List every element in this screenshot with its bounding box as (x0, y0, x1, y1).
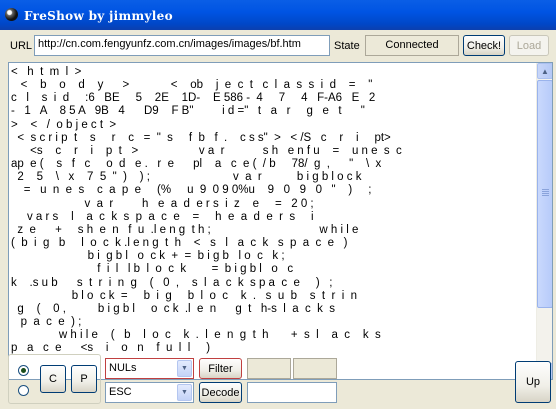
source-line: < b o d y > < ob j e c t c l a s s i d =… (11, 79, 373, 92)
scroll-thumb[interactable] (537, 80, 552, 308)
source-line: 2 5 \ x 7 5 " ) ) ; v a r b i g b l o c … (11, 171, 362, 184)
source-line: = u n e s c a p e (% u 9 0 9 0%u 9 0 9 0… (11, 184, 372, 197)
dropdown-arrow-icon[interactable]: ▼ (177, 384, 192, 401)
filter-count-box (293, 358, 337, 379)
up-button[interactable]: Up (515, 361, 551, 403)
source-line: p a c e ) ; (11, 315, 82, 328)
app-icon (5, 8, 18, 21)
source-line: v a r h e a d e r s i z e = 2 0 ; (11, 197, 314, 210)
source-line: g ( 0 , b i g b l o c k .l e n g t h-s l… (11, 302, 336, 315)
filter-button[interactable]: Filter (199, 358, 242, 379)
url-label: URL (10, 40, 33, 52)
source-line: <s c r i p t > v a r s h e n f u = u n e… (11, 144, 402, 157)
source-line: < h t m l > (11, 66, 82, 78)
dropdown-arrow-icon[interactable]: ▼ (177, 360, 192, 377)
mode-radio-1[interactable] (18, 365, 29, 376)
mode-radio-2[interactable] (18, 385, 29, 396)
source-line: ap e ( s f c o d e . r e pl a c e ( / b … (11, 158, 382, 171)
p-button[interactable]: P (71, 365, 97, 393)
filter-select[interactable]: NULs ▼ (105, 358, 194, 379)
main-window: URL http://cn.com.fengyunfz.com.cn/image… (0, 30, 556, 409)
source-line: b l o c k = b i g b l o c k . s u b s t … (11, 289, 358, 302)
decode-button[interactable]: Decode (199, 382, 242, 403)
title-bar: FreShow by jimmyleo (0, 0, 556, 30)
url-field[interactable]: http://cn.com.fengyunfz.com.cn/images/im… (34, 35, 330, 56)
source-line: < s c r i p t s r c = " s f b f . c s s"… (11, 131, 391, 144)
mode-group: C P (8, 354, 101, 404)
check-button[interactable]: Check! (463, 35, 505, 56)
source-line: - 1 A 8 5 A 9B 4 D9 F B" i d =" t a r g … (11, 105, 365, 118)
decode-select[interactable]: ESC ▼ (105, 382, 194, 403)
vertical-scrollbar[interactable]: ▲ ▼ (536, 63, 552, 379)
source-text-area[interactable]: < h t m l > < b o d y > < ob j e c t c l… (8, 62, 553, 380)
source-text: < h t m l > < b o d y > < ob j e c t c l… (11, 66, 538, 378)
scroll-up-icon[interactable]: ▲ (537, 63, 552, 79)
source-line: z e + s h e n f u .l e n g t h ; w h i l… (11, 223, 359, 236)
filter-select-value: NULs (109, 362, 137, 374)
c-button[interactable]: C (40, 365, 66, 393)
state-label: State (334, 40, 360, 52)
source-line: ( b i g b l o c k .l e n g t h < s l a c… (11, 237, 348, 250)
source-line: > < / o b j e c t > (11, 118, 117, 131)
source-line: w h i l e ( b l o c k . l e n g t h + s … (11, 329, 381, 342)
state-value: Connected (365, 35, 459, 56)
load-button[interactable]: Load (509, 35, 549, 56)
source-line: c l s i d :6 BE 5 2E 1D- E 586 - 4 7 4 F… (11, 92, 376, 105)
filter-info-box (247, 358, 291, 379)
decode-input[interactable] (247, 382, 337, 403)
source-line: k .s u b s t r i n g ( 0 , s l a c k s p… (11, 276, 333, 289)
source-line: f i l l b l o c k = b i g b l o c (11, 263, 294, 276)
decode-select-value: ESC (109, 386, 132, 398)
source-line: b i g b l o c k + = b i g b l o c k ; (11, 250, 285, 263)
source-line: v a r s l a c k s p a c e = h e a d e r … (11, 210, 314, 223)
window-title: FreShow by jimmyleo (24, 9, 173, 23)
